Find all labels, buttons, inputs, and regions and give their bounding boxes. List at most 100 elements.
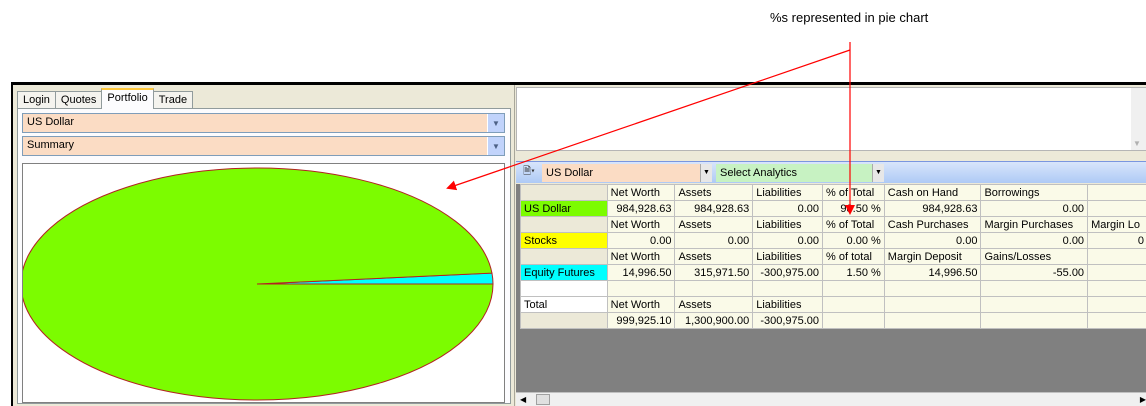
grid-cell[interactable]: 0.00 [980, 232, 1089, 249]
grid-cell[interactable]: 98.50 % [822, 200, 885, 217]
grid-cell[interactable]: Net Worth [606, 248, 676, 265]
grid-cell[interactable] [674, 280, 754, 297]
grid-cell[interactable]: 0.00 [752, 200, 824, 217]
grid-cell[interactable] [883, 296, 982, 313]
row-header[interactable]: Stocks [520, 232, 608, 249]
grid-cell[interactable]: 984,928.63 [606, 200, 676, 217]
message-area: ▼ [516, 87, 1146, 151]
grid-cell[interactable]: Net Worth [606, 296, 676, 313]
document-icon[interactable]: 🗎▾ [516, 164, 542, 182]
grid-cell[interactable]: 1,300,900.00 [674, 312, 754, 329]
grid-cell[interactable]: 999,925.10 [606, 312, 676, 329]
grid-cell[interactable] [1087, 200, 1146, 217]
row-header[interactable] [520, 216, 608, 233]
grid-cell[interactable]: % of Total [822, 184, 885, 201]
grid-cell[interactable]: Assets [674, 296, 754, 313]
row-header[interactable] [520, 248, 608, 265]
chevron-down-icon[interactable]: ▼ [1133, 139, 1141, 148]
grid-cell[interactable]: 0 [1087, 232, 1146, 249]
grid-cell[interactable]: Assets [674, 184, 754, 201]
grid-cell[interactable] [1087, 312, 1146, 329]
tab-trade[interactable]: Trade [152, 91, 194, 109]
currency-select[interactable]: US Dollar ▼ [22, 113, 505, 133]
table-row: Net Worth Assets Liabilities% of Total Cash… [520, 184, 1146, 201]
chevron-down-icon[interactable]: ▼ [487, 114, 504, 132]
grid-cell[interactable]: 0.00 [674, 232, 754, 249]
grid-cell[interactable]: Margin Deposit [883, 248, 982, 265]
tab-portfolio[interactable]: Portfolio [101, 88, 154, 109]
grid-cell[interactable]: 0.00 [606, 232, 676, 249]
grid-cell[interactable]: -300,975.00 [752, 312, 824, 329]
grid-cell[interactable]: Liabilities [752, 296, 824, 313]
grid-cell[interactable]: Margin Lo [1087, 216, 1146, 233]
row-header[interactable]: US Dollar [520, 200, 608, 217]
grid-cell[interactable]: Net Worth [606, 184, 676, 201]
grid-cell[interactable] [980, 312, 1089, 329]
grid-cell[interactable]: Assets [674, 248, 754, 265]
grid-cell[interactable]: 984,928.63 [674, 200, 754, 217]
grid-cell[interactable]: % of total [822, 248, 885, 265]
grid-cell[interactable]: 984,928.63 [883, 200, 982, 217]
grid-cell[interactable]: Liabilities [752, 216, 824, 233]
analytics-select[interactable]: Select Analytics ▼ [716, 163, 884, 182]
grid-cell[interactable] [606, 280, 676, 297]
grid-cell[interactable]: Liabilities [752, 248, 824, 265]
row-header[interactable] [520, 312, 608, 329]
vertical-scrollbar[interactable]: ▼ [1131, 88, 1146, 150]
table-row: Total Net Worth Assets Liabilities [520, 296, 1146, 313]
grid-cell[interactable]: 0.00 [883, 232, 982, 249]
grid-cell[interactable] [822, 312, 885, 329]
grid-cell[interactable] [1087, 296, 1146, 313]
view-select[interactable]: Summary ▼ [22, 136, 505, 156]
grid-cell[interactable] [752, 280, 824, 297]
grid-cell[interactable]: 315,971.50 [674, 264, 754, 281]
scrollbar-thumb[interactable] [536, 394, 550, 405]
grid-cell[interactable] [1087, 248, 1146, 265]
horizontal-scrollbar[interactable]: ◀ ▶ [516, 392, 1146, 406]
grid-cell[interactable]: 14,996.50 [606, 264, 676, 281]
row-header[interactable]: Equity Futures [520, 264, 608, 281]
grid-cell[interactable]: Assets [674, 216, 754, 233]
grid-cell[interactable] [883, 280, 982, 297]
grid-toolbar: 🗎▾ US Dollar ▼ Select Analytics ▼ [516, 161, 1146, 183]
grid-cell[interactable] [1087, 184, 1146, 201]
grid-cell[interactable]: Gains/Losses [980, 248, 1089, 265]
grid-cell[interactable]: 0.00 % [822, 232, 885, 249]
grid-cell[interactable]: Cash Purchases [883, 216, 982, 233]
chevron-down-icon[interactable]: ▼ [872, 163, 884, 182]
app-window: Login Quotes Portfolio Trade US Dollar ▼ Su… [11, 82, 1146, 406]
row-header[interactable] [520, 184, 608, 201]
grid-cell[interactable]: 1.50 % [822, 264, 885, 281]
row-header[interactable]: Total [520, 296, 608, 313]
row-header[interactable] [520, 280, 608, 297]
grid-cell[interactable] [980, 280, 1089, 297]
grid-cell[interactable]: Borrowings [980, 184, 1089, 201]
grid-cell[interactable] [822, 296, 885, 313]
grid-cell[interactable]: -55.00 [980, 264, 1089, 281]
grid-cell[interactable] [1087, 280, 1146, 297]
chevron-left-icon[interactable]: ◀ [520, 395, 526, 404]
grid-cell[interactable]: Cash on Hand [883, 184, 982, 201]
grid-cell[interactable]: 14,996.50 [883, 264, 982, 281]
grid-cell[interactable]: 0.00 [752, 232, 824, 249]
pie-chart-box [22, 163, 505, 403]
grid-cell[interactable] [883, 312, 982, 329]
chevron-right-icon[interactable]: ▶ [1140, 395, 1146, 404]
grid-cell[interactable]: Net Worth [606, 216, 676, 233]
grid-cell[interactable]: -300,975.00 [752, 264, 824, 281]
grid-cell[interactable]: 0.00 [980, 200, 1089, 217]
chevron-down-icon[interactable]: ▼ [700, 163, 712, 182]
grid-cell[interactable] [822, 280, 885, 297]
grid-cell[interactable] [1087, 264, 1146, 281]
grid-cell[interactable]: Margin Purchases [980, 216, 1089, 233]
grid-cell[interactable]: Liabilities [752, 184, 824, 201]
chevron-down-icon[interactable]: ▼ [487, 137, 504, 155]
pie-slice-us-dollar [23, 167, 494, 401]
pie-chart [23, 167, 494, 401]
tab-quotes[interactable]: Quotes [54, 91, 103, 109]
grid-cell[interactable]: % of Total [822, 216, 885, 233]
toolbar-currency-select[interactable]: US Dollar ▼ [542, 163, 712, 182]
view-select-value: Summary [27, 139, 75, 151]
tab-login[interactable]: Login [17, 91, 56, 109]
grid-cell[interactable] [980, 296, 1089, 313]
